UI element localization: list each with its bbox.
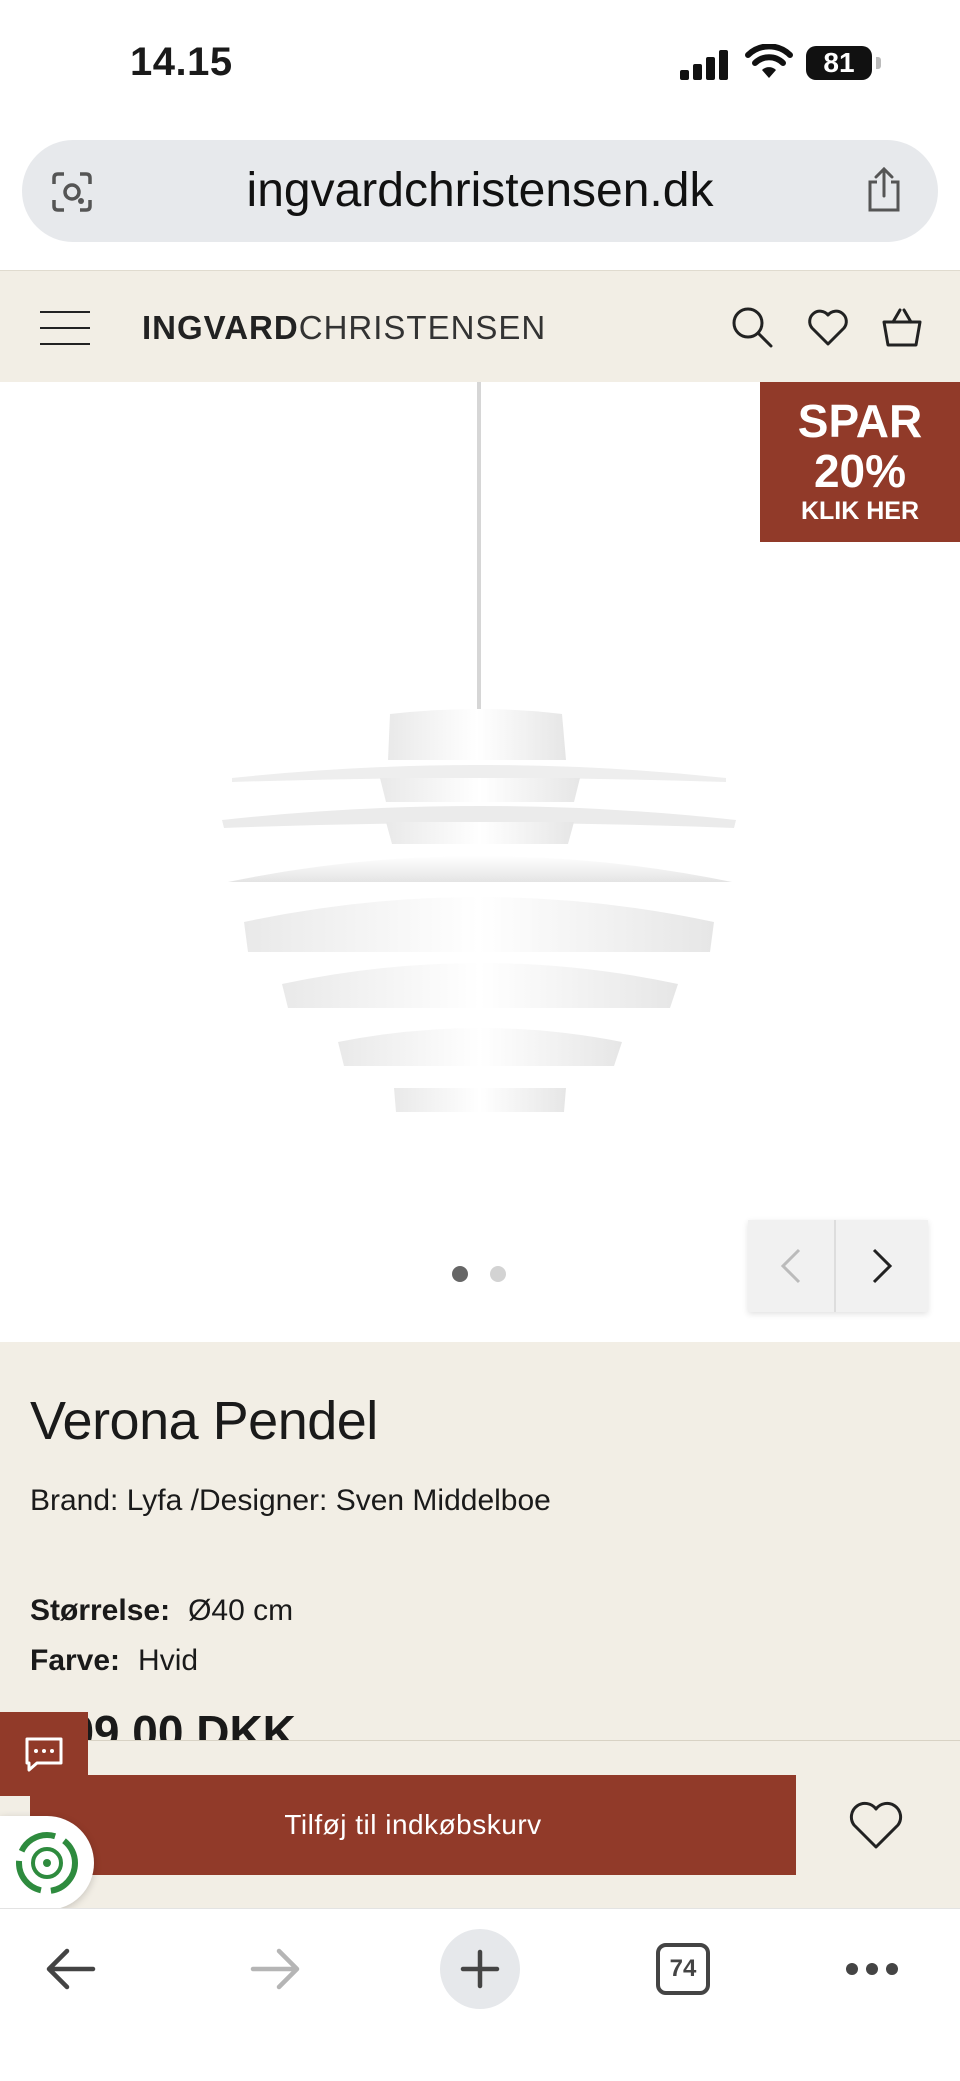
forward-arrow-icon [250, 1948, 300, 1990]
tabs-count: 74 [656, 1943, 710, 1995]
promo-line-3: KLIK HER [800, 497, 920, 525]
promo-line-1: SPAR [797, 395, 923, 447]
product-title: Verona Pendel [30, 1391, 378, 1451]
color-label: Farve: [30, 1644, 121, 1677]
gallery-dot[interactable] [490, 1266, 506, 1282]
chat-icon [25, 1737, 63, 1772]
color-attribute: Farve: Hvid [30, 1644, 198, 1678]
plus-icon [460, 1949, 500, 1989]
back-arrow-icon [46, 1948, 96, 1990]
promo-badge[interactable]: SPAR 20% KLIK HER [760, 382, 960, 542]
menu-icon[interactable] [40, 311, 90, 345]
chevron-right-icon [872, 1248, 893, 1284]
certificate-icon [16, 1832, 78, 1894]
sticky-buy-bar: Tilføj til indkøbskurv [0, 1740, 960, 1908]
address-bar[interactable]: ingvardchristensen.dk [22, 140, 938, 242]
chevron-left-icon [780, 1248, 801, 1284]
promo-line-2: 20% [813, 445, 907, 497]
forward-button[interactable] [246, 1929, 306, 2009]
product-gallery[interactable]: SPAR 20% KLIK HER [0, 382, 960, 1342]
cellular-signal-icon [680, 50, 730, 80]
previous-image-button[interactable] [748, 1220, 836, 1312]
heart-icon[interactable] [806, 305, 850, 349]
brand-logo[interactable]: INGVARDCHRISTENSEN [142, 309, 546, 347]
size-value[interactable]: Ø40 cm [188, 1594, 293, 1627]
site-header: INGVARDCHRISTENSEN [0, 270, 960, 382]
brand-logo-light: CHRISTENSEN [298, 309, 547, 346]
more-button[interactable] [844, 1929, 900, 2009]
share-icon[interactable] [864, 166, 904, 214]
certificate-badge[interactable] [0, 1816, 94, 1910]
chat-button[interactable] [0, 1712, 88, 1796]
size-label: Størrelse: [30, 1594, 171, 1627]
wifi-icon [745, 44, 793, 78]
tabs-button[interactable]: 74 [654, 1929, 712, 2009]
brand-designer-line: Brand: Lyfa /Designer: Sven Middelboe [30, 1484, 551, 1517]
status-time: 14.15 [130, 40, 233, 84]
wishlist-heart-icon[interactable] [846, 1799, 906, 1851]
search-icon[interactable] [730, 305, 774, 349]
browser-toolbar: 74 [0, 1908, 960, 2081]
brand-logo-bold: INGVARD [142, 309, 299, 346]
gallery-navigation [748, 1220, 928, 1312]
back-button[interactable] [40, 1929, 100, 2009]
size-attribute: Størrelse: Ø40 cm [30, 1594, 293, 1628]
gallery-dot-active[interactable] [452, 1266, 468, 1282]
battery-indicator: 81 [806, 46, 881, 80]
next-image-button[interactable] [838, 1220, 926, 1312]
status-bar: 14.15 81 [0, 0, 960, 130]
new-tab-button[interactable] [440, 1929, 520, 2009]
add-to-cart-button[interactable]: Tilføj til indkøbskurv [30, 1775, 796, 1875]
more-icon [846, 1963, 898, 1975]
url-text[interactable]: ingvardchristensen.dk [22, 140, 938, 242]
bag-icon[interactable] [880, 305, 924, 349]
color-value[interactable]: Hvid [138, 1644, 198, 1677]
